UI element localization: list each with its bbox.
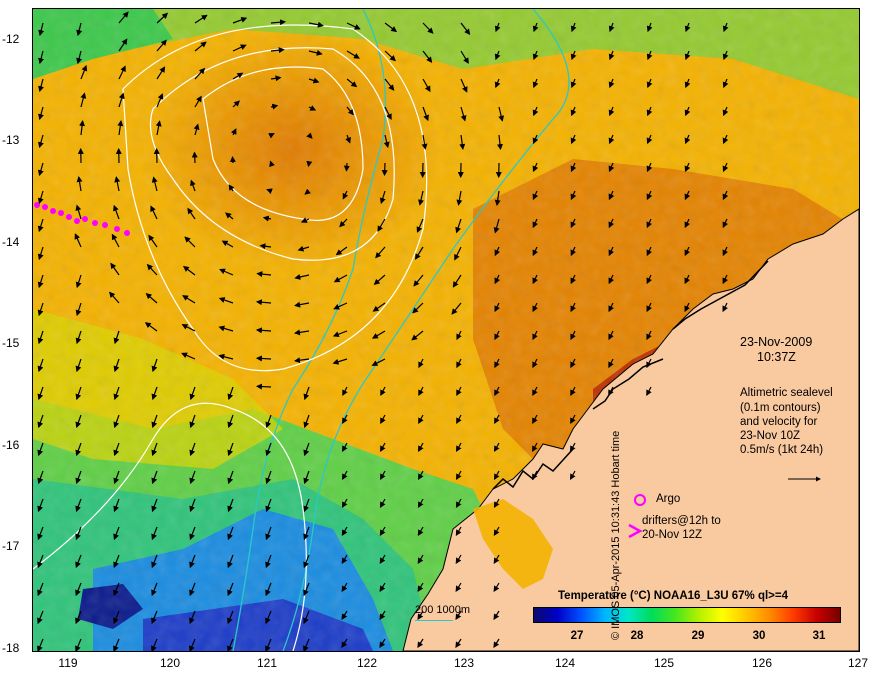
- colorbar-title: Temperature (°C) NOAA16_L3U 67% ql>=4: [558, 590, 788, 602]
- time-label: 10:37Z: [757, 350, 796, 364]
- y-axis-label: -14: [2, 235, 20, 249]
- legend-line: and velocity for: [740, 416, 818, 428]
- sst-map-canvas: [33, 9, 859, 651]
- velocity-arrow: [255, 383, 272, 390]
- legend-line: 23-Nov 10Z: [740, 430, 801, 442]
- drifters-label: 20-Nov 12Z: [642, 529, 703, 541]
- drifters-label: drifters@12h to: [642, 515, 721, 527]
- legend-line: (0.1m contours): [740, 402, 821, 414]
- y-axis-label: -17: [2, 539, 20, 553]
- colorbar-tick: 28: [630, 630, 644, 642]
- colorbar-tick: 27: [570, 630, 584, 642]
- y-axis-label: -12: [2, 32, 20, 46]
- y-axis-label: -13: [2, 133, 20, 147]
- isobath-key-line: [415, 620, 453, 621]
- velocity-arrow: [191, 151, 198, 164]
- x-axis-label: 127: [847, 656, 869, 670]
- velocity-arrow: [306, 160, 313, 168]
- date-label: 23-Nov-2009: [740, 335, 813, 349]
- x-axis-label: 121: [256, 656, 278, 670]
- x-axis-label: 119: [58, 656, 78, 670]
- legend-line: 0.5m/s (1kt 24h): [740, 444, 824, 456]
- x-axis-label: 123: [453, 656, 475, 670]
- x-axis-label: 122: [356, 656, 378, 670]
- y-axis-label: -16: [2, 438, 20, 452]
- colorbar-tick: 30: [752, 630, 766, 642]
- argo-label: Argo: [656, 493, 681, 505]
- colorbar-tick: 29: [691, 630, 705, 642]
- velocity-arrow: [343, 162, 350, 172]
- isobath-key-label: 200 1000m: [415, 604, 471, 616]
- velocity-arrow: [381, 162, 388, 177]
- velocity-arrow: [269, 160, 275, 168]
- colorbar-tick: 31: [812, 630, 826, 642]
- velocity-arrow: [229, 156, 236, 164]
- x-axis-label: 124: [554, 656, 576, 670]
- y-axis-label: -15: [2, 336, 20, 350]
- x-axis-label: 125: [653, 656, 675, 670]
- legend-line: Altimetric sealevel: [740, 387, 833, 399]
- x-axis-label: 120: [159, 656, 181, 670]
- temperature-colorbar: [533, 607, 841, 623]
- x-axis-label: 126: [751, 656, 773, 670]
- y-axis-label: -18: [2, 641, 20, 655]
- sst-map[interactable]: [32, 8, 860, 652]
- velocity-arrow: [255, 355, 272, 362]
- copyright-credit: © IMOS 05-Apr-2015 10:31:43 Hobart time: [610, 430, 622, 640]
